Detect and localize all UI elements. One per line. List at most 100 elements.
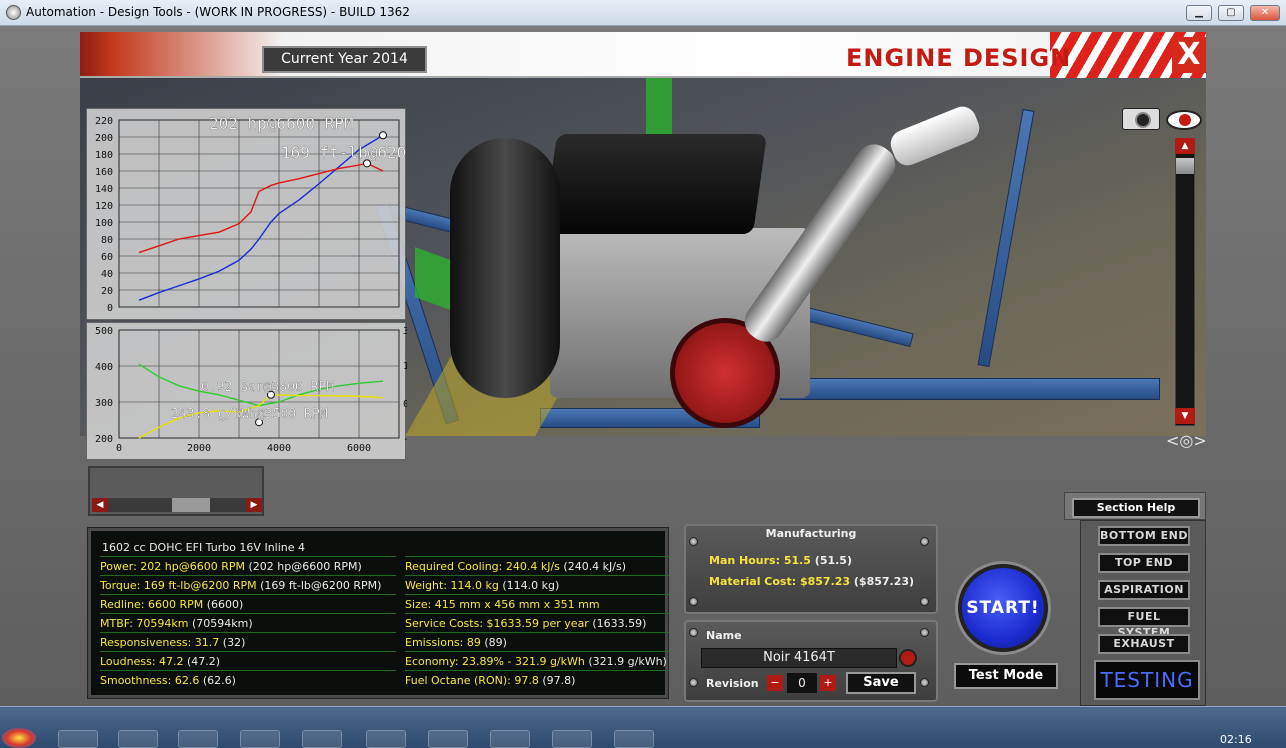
power-torque-chart-svg: 0 20 40 60 80 100 120 140 160 180 200 220 202 hp@660… — [95, 114, 455, 314]
y-tick-label: 400 — [95, 362, 113, 373]
y-tick-label: 40 — [101, 269, 113, 280]
y2-tick-label: 0.3 — [403, 399, 407, 410]
y-tick-label: 220 — [95, 116, 113, 127]
stat-value: Power: 202 hp@6600 RPM — [100, 560, 245, 573]
y-tick-label: 200 — [95, 434, 113, 445]
taskbar-app-icon[interactable] — [302, 730, 342, 748]
stat-value: Weight: 114.0 kg — [405, 579, 499, 592]
rotate-icon[interactable]: <◎> — [1166, 430, 1207, 452]
reset-name-icon[interactable] — [899, 649, 917, 667]
start-button[interactable]: START! — [958, 564, 1048, 652]
rivet — [689, 597, 698, 606]
chart-annotation: 202 hp@6600 RPM — [209, 114, 354, 133]
stat-reference-value: (6600) — [203, 598, 244, 611]
section-testing-button[interactable]: TESTING — [1094, 660, 1200, 700]
stat-reference-value: (1633.59) — [588, 617, 647, 630]
stat-reference-value: (70594km) — [188, 617, 253, 630]
zoom-scrollbar[interactable] — [1175, 138, 1195, 426]
engine-name-field[interactable]: Noir 4164T — [701, 648, 897, 668]
stat-row: Economy: 23.89% - 321.9 g/kWh (321.9 g/k… — [405, 651, 669, 670]
revision-increment-button[interactable]: + — [820, 675, 836, 691]
y2-tick-label: 3.0 — [403, 326, 407, 337]
section-help-button[interactable]: Section Help — [1072, 498, 1200, 518]
minimize-button[interactable]: ▁ — [1186, 5, 1212, 21]
y-tick-label: 200 — [95, 133, 113, 144]
taskbar-app-icon[interactable] — [428, 730, 468, 748]
engine-spec-title: 1602 cc DOHC EFI Turbo 16V Inline 4 — [102, 541, 306, 554]
stat-value: Responsiveness: 31.7 — [100, 636, 220, 649]
power-torque-chart: 0 20 40 60 80 100 120 140 160 180 200 220 202 hp@660… — [86, 108, 455, 320]
y-tick-label: 140 — [95, 184, 113, 195]
intake-pipe — [450, 138, 560, 398]
section-fuel-system-button[interactable]: FUEL SYSTEM — [1098, 607, 1190, 639]
taskbar-app-icon[interactable] — [614, 730, 654, 748]
man-hours-stat: Man Hours: 51.5 (51.5) — [709, 554, 852, 567]
y-tick-label: 180 — [95, 150, 113, 161]
stat-value: Redline: 6600 RPM — [100, 598, 204, 611]
taskbar-app-icon[interactable] — [118, 730, 158, 748]
stat-reference-value: (97.8) — [538, 674, 576, 687]
stat-reference-value: (321.9 g/kWh) — [584, 655, 667, 668]
rivet — [920, 597, 929, 606]
chart-annotation: 0.92 Bar@3800 RPM — [201, 380, 334, 395]
material-cost-extra: ($857.23) — [850, 575, 915, 588]
stat-reference-value: (47.2) — [183, 655, 221, 668]
section-top-end-button[interactable]: TOP END — [1098, 553, 1190, 573]
revision-value: 0 — [787, 673, 817, 693]
chevron-up-icon[interactable]: ▲ — [1175, 138, 1195, 154]
close-screen-button[interactable]: X — [1172, 37, 1206, 73]
stat-value: Fuel Octane (RON): 97.8 — [405, 674, 539, 687]
start-menu-icon[interactable] — [2, 728, 36, 748]
stat-row: Redline: 6600 RPM (6600) — [100, 594, 396, 613]
revision-label: Revision — [706, 677, 759, 690]
eye-icon[interactable] — [1166, 110, 1202, 130]
stat-value: Loudness: 47.2 — [100, 655, 184, 668]
taskbar-app-icon[interactable] — [58, 730, 98, 748]
zoom-scroll-thumb[interactable] — [1176, 158, 1194, 174]
rivet — [920, 678, 929, 687]
stat-row: Service Costs: $1633.59 per year (1633.5… — [405, 613, 669, 632]
taskbar-app-icon[interactable] — [490, 730, 530, 748]
section-aspiration-button[interactable]: ASPIRATION — [1098, 580, 1190, 600]
maximize-button[interactable]: ▢ — [1218, 5, 1244, 21]
x-tick-label: 2000 — [187, 443, 211, 454]
chevron-left-icon[interactable]: ◀ — [92, 498, 108, 512]
boost-economy-chart-svg: 200 300 400 500 -1.0 0.3 1.7 3.0 0 2000 4000 6000 0.… — [95, 326, 427, 454]
save-button[interactable]: Save — [846, 672, 916, 694]
x-tick-label: 6000 — [347, 443, 371, 454]
y-tick-label: 100 — [95, 218, 113, 229]
section-bottom-end-button[interactable]: BOTTOM END — [1098, 526, 1190, 546]
stat-value: Emissions: 89 — [405, 636, 481, 649]
name-label: Name — [706, 629, 742, 642]
stat-value: Required Cooling: 240.4 kJ/s — [405, 560, 560, 573]
test-mode-button[interactable]: Test Mode — [954, 663, 1058, 689]
y2-tick-label: -1.0 — [403, 434, 407, 445]
chevron-down-icon[interactable]: ▼ — [1175, 408, 1195, 424]
revision-decrement-button[interactable]: − — [767, 675, 783, 691]
stat-value: Size: 415 mm x 456 mm x 351 mm — [405, 598, 600, 611]
stat-row: Fuel Octane (RON): 97.8 (97.8) — [405, 670, 669, 689]
y2-tick-label: 1.7 — [403, 361, 407, 372]
section-exhaust-button[interactable]: EXHAUST — [1098, 634, 1190, 654]
rivet — [920, 537, 929, 546]
stat-row: Size: 415 mm x 456 mm x 351 mm — [405, 594, 669, 613]
current-year-label: Current Year 2014 — [262, 46, 427, 73]
window-close-button[interactable]: ✕ — [1250, 5, 1280, 21]
stat-reference-value: (114.0 kg) — [498, 579, 560, 592]
taskbar-app-icon[interactable] — [366, 730, 406, 748]
camera-icon[interactable] — [1122, 108, 1160, 130]
stat-value: Economy: 23.89% - 321.9 g/kWh — [405, 655, 585, 668]
stat-row: Torque: 169 ft-lb@6200 RPM (169 ft-lb@62… — [100, 575, 396, 594]
taskbar-app-icon[interactable] — [552, 730, 592, 748]
stat-row: Power: 202 hp@6600 RPM (202 hp@6600 RPM) — [100, 556, 396, 575]
stat-value: Smoothness: 62.6 — [100, 674, 200, 687]
chart-range-thumb[interactable] — [172, 498, 210, 512]
y-tick-label: 80 — [101, 235, 113, 246]
chevron-right-icon[interactable]: ▶ — [246, 498, 262, 512]
stat-row: Responsiveness: 31.7 (32) — [100, 632, 396, 651]
chart-annotation: 243.8 g/kWh@3500 RPM — [171, 407, 328, 422]
taskbar-app-icon[interactable] — [178, 730, 218, 748]
taskbar-app-icon[interactable] — [240, 730, 280, 748]
stat-value: Service Costs: $1633.59 per year — [405, 617, 589, 630]
stat-value: MTBF: 70594km — [100, 617, 189, 630]
